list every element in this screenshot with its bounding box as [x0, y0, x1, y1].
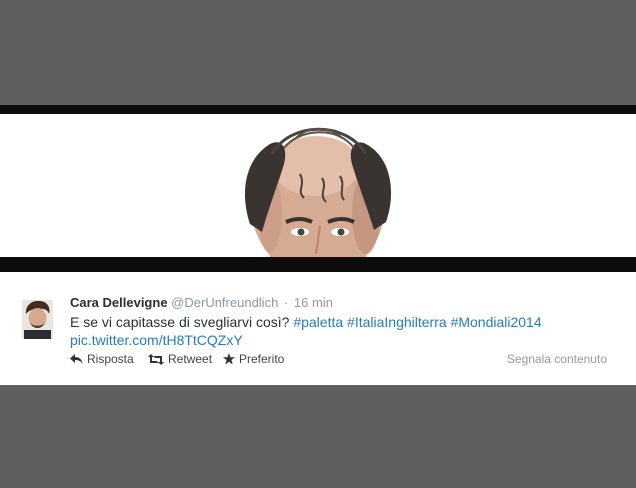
- hashtag-link[interactable]: #Mondiali2014: [451, 314, 542, 330]
- favorite-button[interactable]: Preferito: [223, 352, 284, 366]
- author-name[interactable]: Cara Dellevigne: [70, 295, 168, 310]
- bottom-black-bar: [0, 257, 636, 272]
- retweet-icon: [148, 353, 164, 365]
- star-icon: [223, 353, 235, 365]
- top-gray-band: [0, 0, 636, 105]
- tweet-card: Cara Dellevigne @DerUnfreundlich · 16 mi…: [0, 272, 636, 385]
- tweet-text-prefix: E se vi capitasse di svegliarvi così?: [70, 314, 290, 330]
- man-portrait-illustration: [244, 127, 392, 257]
- header-separator: ·: [283, 295, 289, 310]
- bottom-gray-band: [0, 385, 636, 488]
- reply-icon: [70, 354, 83, 364]
- author-handle[interactable]: @DerUnfreundlich: [171, 295, 278, 310]
- hashtag-link[interactable]: #ItaliaInghilterra: [347, 314, 447, 330]
- tweet-text: E se vi capitasse di svegliarvi così? #p…: [70, 313, 620, 349]
- reply-button[interactable]: Risposta: [70, 352, 134, 366]
- tweet-body: Cara Dellevigne @DerUnfreundlich · 16 mi…: [70, 294, 620, 349]
- report-content-link[interactable]: Segnala contenuto: [507, 352, 607, 366]
- tweet-timestamp[interactable]: 16 min: [294, 295, 333, 310]
- tweet-header: Cara Dellevigne @DerUnfreundlich · 16 mi…: [70, 294, 620, 312]
- avatar-image: [22, 300, 53, 339]
- pic-link[interactable]: pic.twitter.com/tH8TtCQZxY: [70, 332, 243, 348]
- retweet-button[interactable]: Retweet: [148, 352, 212, 366]
- retweet-label: Retweet: [168, 352, 213, 366]
- reply-label: Risposta: [87, 352, 134, 366]
- favorite-label: Preferito: [239, 352, 285, 366]
- tweet-photo[interactable]: [0, 114, 636, 257]
- avatar[interactable]: [22, 300, 53, 339]
- tweet-actions: Risposta Retweet Preferito Segnala conte…: [70, 352, 615, 370]
- top-black-bar: [0, 105, 636, 114]
- hashtag-link[interactable]: #paletta: [293, 314, 343, 330]
